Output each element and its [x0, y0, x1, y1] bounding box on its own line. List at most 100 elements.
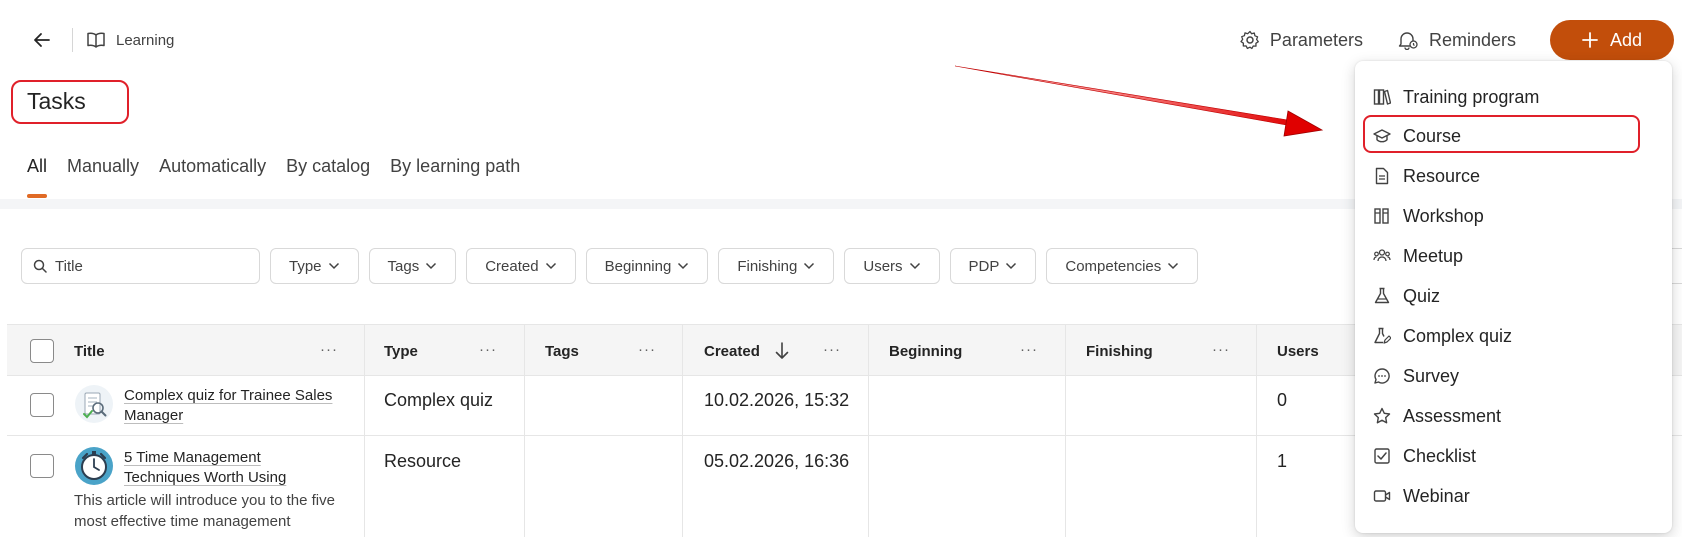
column-title-menu[interactable]: ···	[320, 341, 338, 358]
filter-beginning[interactable]: Beginning	[585, 248, 709, 284]
star-icon	[1373, 407, 1391, 424]
menu-item-workshop[interactable]: Workshop	[1373, 198, 1484, 234]
filter-tags[interactable]: Tags	[368, 248, 457, 284]
workshop-icon	[1374, 208, 1389, 224]
column-users[interactable]: Users	[1277, 325, 1319, 377]
quiz-thumbnail-image	[75, 385, 113, 423]
parameters-button[interactable]: Parameters	[1240, 30, 1363, 51]
menu-item-label: Survey	[1403, 365, 1460, 386]
row-created: 05.02.2026, 16:36	[704, 451, 850, 471]
column-beginning-menu[interactable]: ···	[1020, 341, 1038, 358]
chevron-down-icon	[545, 262, 556, 270]
back-button[interactable]	[28, 26, 56, 54]
menu-item-meetup[interactable]: Meetup	[1373, 238, 1463, 274]
chat-icon	[1374, 368, 1390, 384]
top-actions: Parameters Reminders Add	[1240, 19, 1674, 61]
flask-edit-icon	[1374, 327, 1391, 344]
search-input[interactable]: Title	[21, 248, 260, 284]
menu-item-label: Course	[1403, 125, 1462, 146]
menu-item-label: Complex quiz	[1403, 325, 1513, 346]
breadcrumb-learning[interactable]: Learning	[86, 28, 174, 52]
search-icon	[33, 259, 47, 273]
menu-item-complex-quiz[interactable]: Complex quiz	[1373, 318, 1512, 354]
filter-competencies-label: Competencies	[1065, 257, 1162, 275]
row-created: 10.02.2026, 15:32	[704, 390, 850, 410]
menu-item-assessment[interactable]: Assessment	[1373, 398, 1501, 434]
column-tags-menu[interactable]: ···	[638, 341, 656, 358]
row-description: This article will introduce you to the f…	[74, 490, 335, 532]
reminders-label: Reminders	[1428, 29, 1516, 50]
filter-tags-label: Tags	[387, 257, 420, 275]
menu-item-training-program[interactable]: Training program	[1373, 79, 1539, 115]
add-label: Add	[1609, 29, 1643, 50]
document-icon	[1375, 167, 1389, 185]
column-created[interactable]: Created	[704, 325, 760, 377]
chevron-down-icon	[1006, 262, 1017, 270]
books-icon	[1373, 89, 1391, 105]
menu-item-label: Workshop	[1403, 205, 1484, 226]
video-icon	[1373, 490, 1391, 502]
tab-automatically[interactable]: Automatically	[159, 156, 266, 177]
flask-icon	[1374, 287, 1390, 304]
column-finishing[interactable]: Finishing	[1086, 325, 1153, 377]
filter-created-label: Created	[485, 257, 539, 275]
chevron-down-icon	[328, 262, 339, 270]
menu-item-checklist[interactable]: Checklist	[1373, 438, 1476, 474]
gear-icon	[1240, 30, 1259, 50]
breadcrumb-label: Learning	[116, 31, 175, 49]
column-type[interactable]: Type	[384, 325, 418, 377]
row-description-line: This article will introduce you to the f…	[74, 492, 335, 509]
page-title: Tasks	[27, 88, 86, 114]
filter-pdp[interactable]: PDP	[949, 248, 1037, 284]
chevron-down-icon	[1168, 262, 1179, 270]
arrow-left-icon	[34, 33, 50, 47]
parameters-label: Parameters	[1269, 29, 1363, 50]
filter-users[interactable]: Users	[844, 248, 940, 284]
row-checkbox[interactable]	[30, 393, 54, 417]
tab-by-catalog[interactable]: By catalog	[286, 156, 370, 177]
filter-created[interactable]: Created	[466, 248, 576, 284]
column-type-menu[interactable]: ···	[479, 341, 497, 358]
filter-finishing-label: Finishing	[737, 257, 798, 275]
tab-by-learning-path[interactable]: By learning path	[390, 156, 520, 177]
menu-item-webinar[interactable]: Webinar	[1373, 478, 1470, 514]
chevron-down-icon	[909, 262, 920, 270]
row-type: Resource	[384, 451, 462, 471]
row-title-link[interactable]: 5 Time Management Techniques Worth Using	[124, 448, 286, 488]
filter-pdp-label: PDP	[968, 257, 1000, 275]
column-tags[interactable]: Tags	[545, 325, 579, 377]
filter-finishing[interactable]: Finishing	[718, 248, 835, 284]
column-created-menu[interactable]: ···	[823, 341, 841, 358]
row-users: 1	[1277, 451, 1288, 471]
clock-thumbnail-image	[75, 447, 113, 485]
add-menu: Training program Course Resource Worksho…	[1355, 61, 1672, 533]
menu-item-survey[interactable]: Survey	[1373, 358, 1459, 394]
filter-type[interactable]: Type	[270, 248, 359, 284]
graduation-cap-icon	[1373, 129, 1391, 143]
tab-manually[interactable]: Manually	[67, 156, 139, 177]
reminders-button[interactable]: Reminders	[1397, 30, 1516, 51]
row-checkbox[interactable]	[30, 454, 54, 478]
plus-icon	[1582, 32, 1598, 48]
row-title-link[interactable]: Complex quiz for Trainee Sales Manager	[124, 386, 332, 426]
bell-clock-icon	[1398, 32, 1418, 50]
sort-descending-icon[interactable]	[775, 342, 789, 360]
menu-item-label: Webinar	[1403, 485, 1470, 506]
row-description-line: most effective time management	[74, 513, 291, 530]
menu-item-quiz[interactable]: Quiz	[1373, 278, 1440, 314]
add-button[interactable]: Add	[1550, 20, 1674, 60]
select-all-checkbox[interactable]	[30, 339, 54, 363]
tab-all[interactable]: All	[27, 156, 48, 198]
column-beginning[interactable]: Beginning	[889, 325, 962, 377]
menu-item-label: Training program	[1403, 86, 1540, 107]
column-finishing-menu[interactable]: ···	[1212, 341, 1230, 358]
filter-beginning-label: Beginning	[604, 257, 672, 275]
filter-competencies[interactable]: Competencies	[1046, 248, 1199, 284]
filter-type-label: Type	[289, 257, 322, 275]
column-title[interactable]: Title	[74, 325, 105, 377]
menu-item-label: Resource	[1403, 165, 1481, 186]
book-open-icon	[87, 32, 105, 48]
menu-item-label: Quiz	[1403, 285, 1441, 306]
menu-item-resource[interactable]: Resource	[1373, 158, 1480, 194]
menu-item-course[interactable]: Course	[1373, 118, 1461, 154]
